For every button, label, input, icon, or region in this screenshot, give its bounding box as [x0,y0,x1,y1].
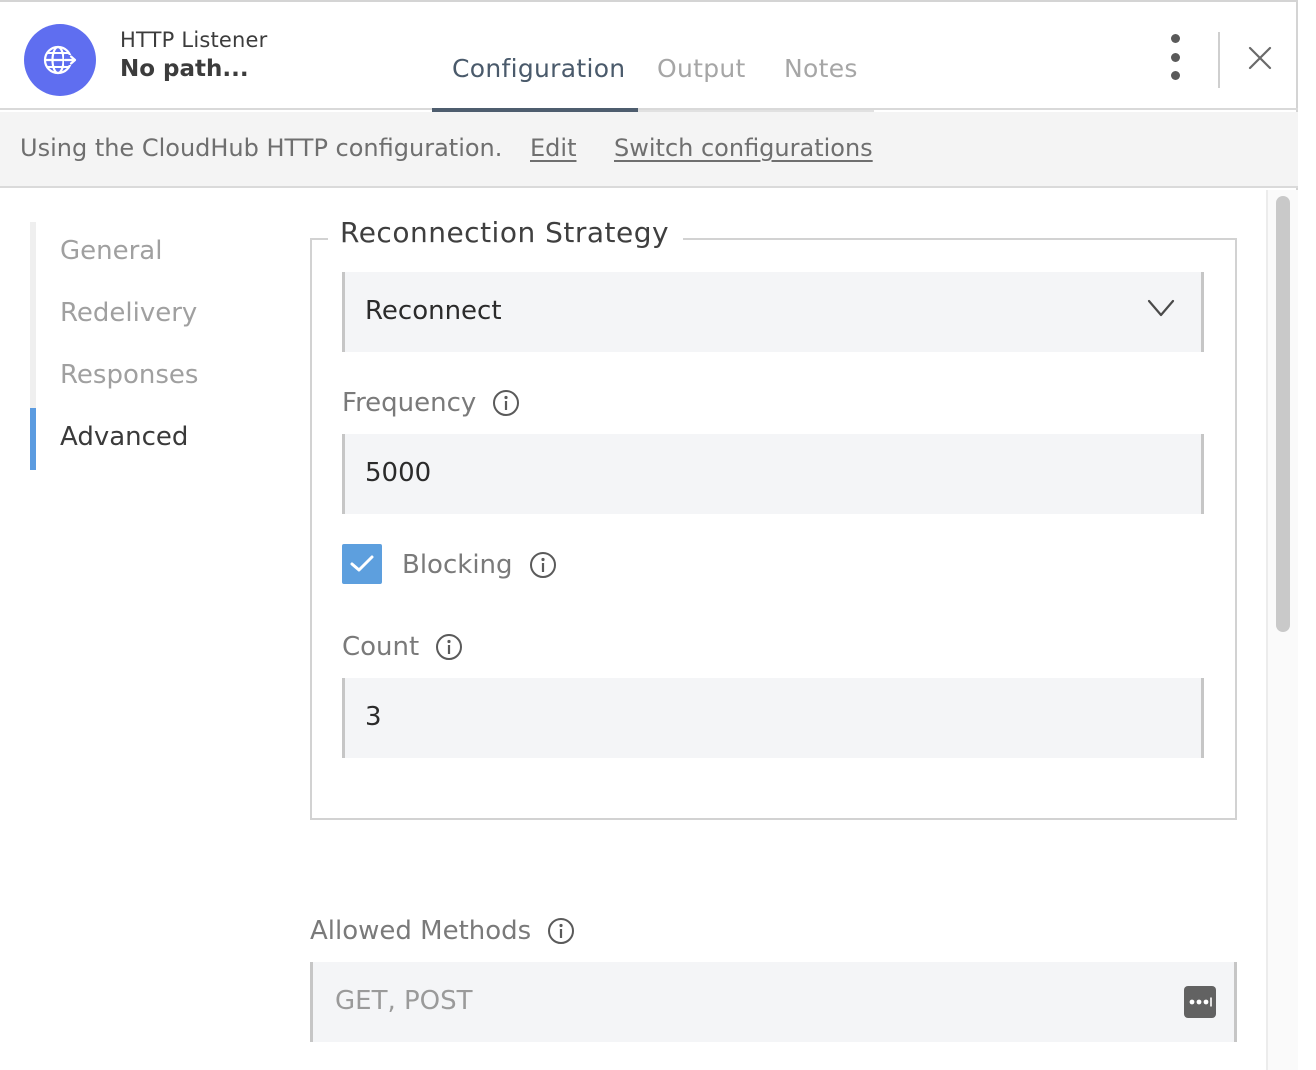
count-value: 3 [365,702,382,732]
nav-item-redelivery[interactable]: Redelivery [60,298,197,328]
vertical-scrollbar[interactable] [1266,190,1298,1070]
more-options-icon[interactable] [1162,34,1188,80]
component-name: HTTP Listener [120,28,268,52]
component-title-block: HTTP Listener No path... [120,28,268,82]
allowed-methods-placeholder: GET, POST [335,986,473,1016]
info-icon[interactable] [529,551,557,579]
blocking-label-row: Blocking [402,550,557,580]
checkmark-icon [350,555,374,572]
configuration-text: Using the CloudHub HTTP configuration. [20,134,503,162]
count-label-row: Count [342,632,463,662]
edit-configuration-link[interactable]: Edit [530,134,576,162]
frequency-value: 5000 [365,458,432,488]
tab-output[interactable]: Output [657,54,746,83]
section-nav: General Redelivery Responses Advanced [30,222,260,470]
reconnection-strategy-value: Reconnect [365,296,502,326]
globe-arrow-icon [43,45,77,75]
blocking-checkbox[interactable] [342,544,382,584]
header-divider [1218,32,1220,88]
configuration-bar: Using the CloudHub HTTP configuration. E… [0,112,1298,188]
allowed-methods-input[interactable]: GET, POST [310,962,1237,1042]
info-icon[interactable] [547,917,575,945]
nav-item-advanced[interactable]: Advanced [60,422,188,452]
frequency-label-row: Frequency [342,388,520,418]
nav-item-general[interactable]: General [60,236,162,266]
component-avatar [24,24,96,96]
component-path: No path... [120,56,249,82]
chevron-down-icon [1147,299,1175,317]
scrollbar-thumb[interactable] [1276,196,1290,632]
nav-active-indicator [30,408,36,470]
count-label: Count [342,632,420,662]
frequency-input[interactable]: 5000 [342,434,1204,514]
tab-bar: Configuration Output Notes [432,40,874,112]
reconnection-strategy-select[interactable]: Reconnect [342,272,1204,352]
close-icon[interactable] [1246,44,1274,72]
tab-configuration[interactable]: Configuration [452,54,625,83]
count-input[interactable]: 3 [342,678,1204,758]
blocking-label: Blocking [402,550,513,580]
ellipsis-icon[interactable] [1184,986,1216,1018]
frequency-label: Frequency [342,388,477,418]
info-icon[interactable] [492,389,520,417]
switch-configurations-link[interactable]: Switch configurations [614,134,873,162]
panel-header: HTTP Listener No path... Configuration O… [0,0,1298,112]
info-icon[interactable] [435,633,463,661]
tab-notes[interactable]: Notes [784,54,858,83]
allowed-methods-label: Allowed Methods [310,916,532,946]
nav-item-responses[interactable]: Responses [60,360,198,390]
allowed-methods-label-row: Allowed Methods [310,916,575,946]
reconnection-strategy-legend: Reconnection Strategy [328,216,684,249]
